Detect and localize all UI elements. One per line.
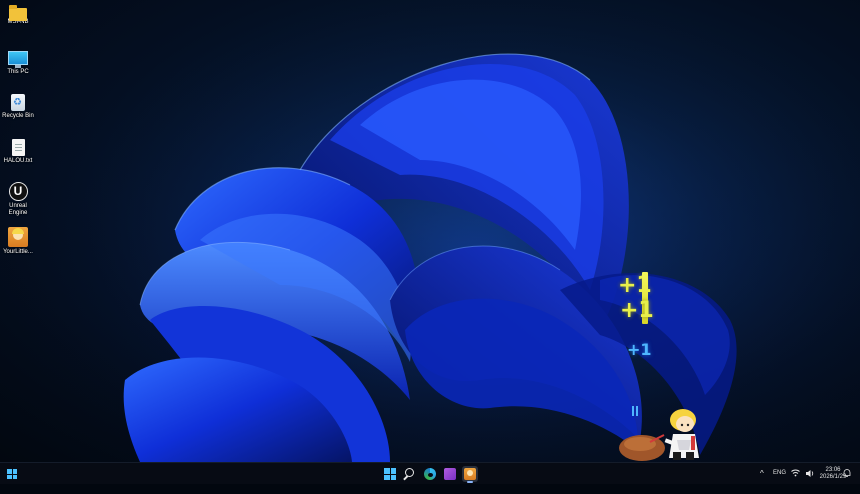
wallpaper-bloom <box>0 0 860 462</box>
game-app-icon <box>8 227 28 247</box>
desktop-icon-msi-nb[interactable]: MSI-NB <box>2 4 34 26</box>
recycle-bin-icon <box>11 94 25 111</box>
game-app-button[interactable] <box>462 466 478 483</box>
score-bar <box>632 406 634 416</box>
volume-icon[interactable] <box>805 463 815 484</box>
desktop-icon-label: YourLittle... <box>3 249 33 255</box>
folder-icon <box>9 5 27 21</box>
start-button[interactable] <box>382 466 398 482</box>
desktop-icon-this-pc[interactable]: This PC <box>2 49 34 76</box>
edge-icon <box>424 468 436 480</box>
taskbar: ^ ENG 23:06 2026/1/29 <box>0 462 860 484</box>
edge-button[interactable] <box>422 466 438 482</box>
desktop[interactable]: MSI-NB This PC Recycle Bin HALOU.txt U U… <box>0 0 860 462</box>
visual-studio-icon <box>444 468 456 480</box>
computer-icon <box>8 51 28 68</box>
widgets-icon <box>7 469 17 479</box>
game-app-icon <box>464 468 476 480</box>
windows-logo-icon <box>384 468 396 480</box>
wifi-icon[interactable] <box>791 463 801 484</box>
show-hidden-icons-button[interactable]: ^ <box>760 463 764 484</box>
desktop-icon-unreal-engine[interactable]: U Unreal Engine <box>2 182 34 217</box>
chibi-character-icon[interactable] <box>655 406 711 462</box>
unreal-engine-icon: U <box>8 182 28 201</box>
notification-bell-icon[interactable] <box>843 463 855 484</box>
desktop-icon-label: HALOU.txt <box>3 158 33 164</box>
language-indicator[interactable]: ENG <box>773 463 786 484</box>
desktop-icon-halou-txt[interactable]: HALOU.txt <box>2 139 34 165</box>
desktop-icon-label: Recycle Bin <box>2 113 34 119</box>
desktop-icon-label: Unreal Engine <box>8 203 28 216</box>
desktop-icon-label: This PC <box>7 69 29 75</box>
score-popup: +1 <box>620 298 654 323</box>
widgets-button[interactable] <box>6 468 18 480</box>
search-button[interactable] <box>402 466 418 482</box>
desktop-icon-yourlittle[interactable]: YourLittle... <box>2 227 34 256</box>
text-file-icon <box>11 139 25 156</box>
score-popup: +1 <box>627 340 652 359</box>
visual-studio-button[interactable] <box>442 466 458 482</box>
desktop-icon-recycle-bin[interactable]: Recycle Bin <box>2 94 34 120</box>
